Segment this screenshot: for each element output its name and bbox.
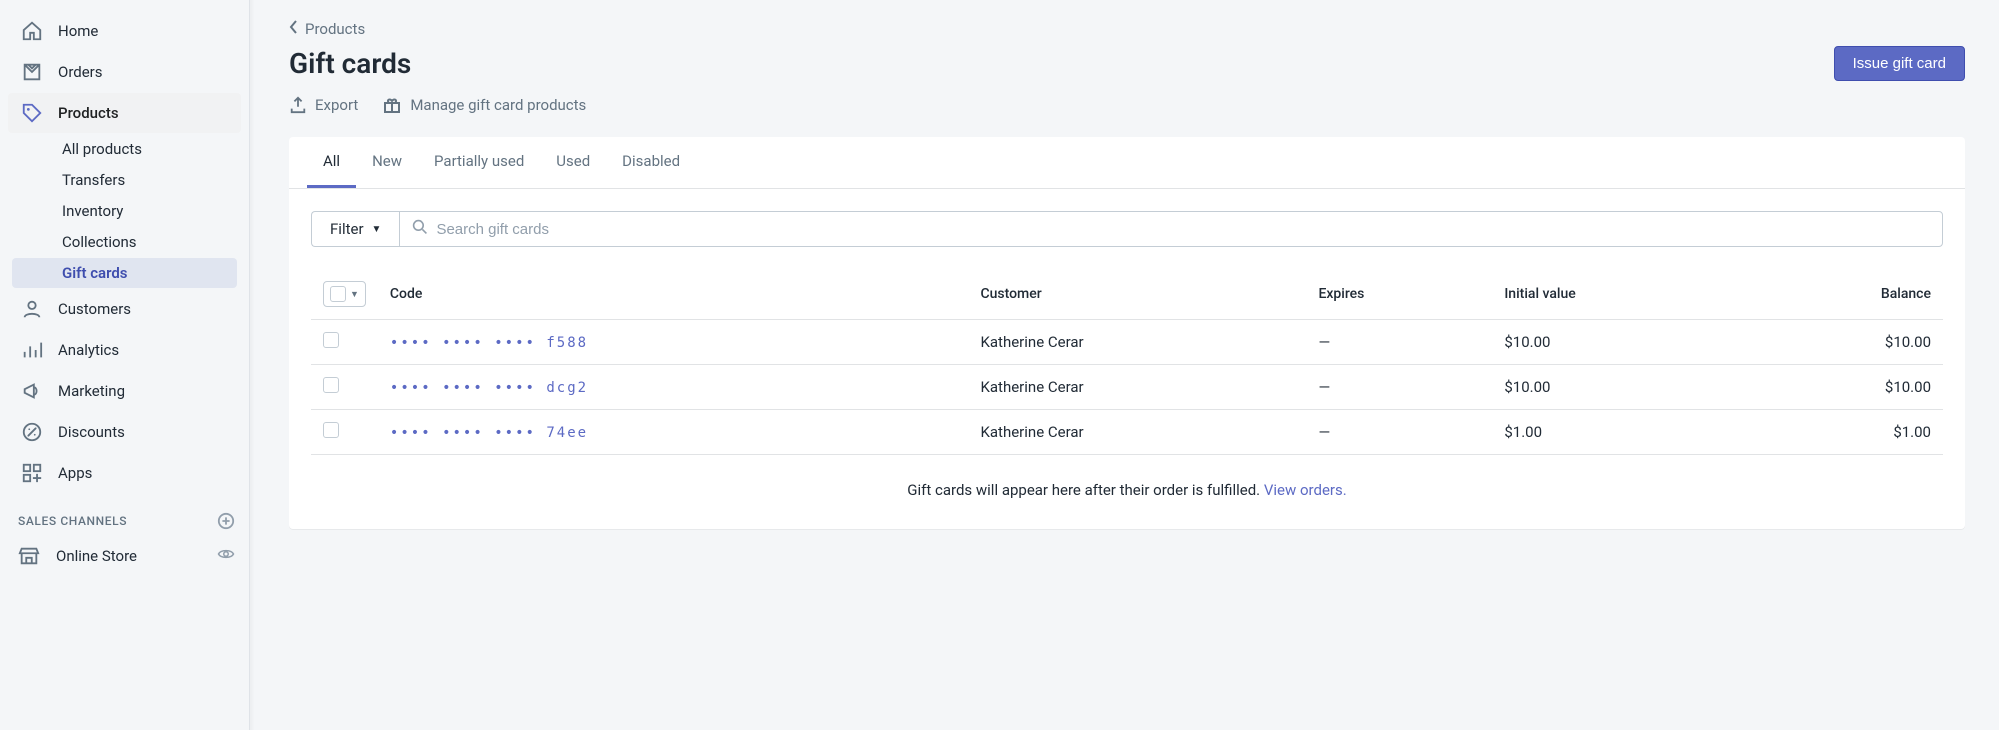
breadcrumb[interactable]: Products <box>289 20 365 38</box>
tab-new[interactable]: New <box>356 137 418 188</box>
sidebar-subitem-collections[interactable]: Collections <box>12 227 237 257</box>
sidebar-item-discounts[interactable]: Discounts <box>8 412 241 452</box>
sidebar-item-label: Customers <box>58 300 131 318</box>
row-checkbox[interactable] <box>323 332 339 348</box>
breadcrumb-label: Products <box>305 20 365 38</box>
sidebar-item-label: Marketing <box>58 382 125 400</box>
expires-cell: — <box>1306 365 1492 410</box>
row-checkbox[interactable] <box>323 377 339 393</box>
sidebar-subitem-transfers[interactable]: Transfers <box>12 165 237 195</box>
balance-cell: $10.00 <box>1746 365 1943 410</box>
customer-cell: Katherine Cerar <box>968 365 1306 410</box>
tab-disabled[interactable]: Disabled <box>606 137 696 188</box>
sidebar-item-analytics[interactable]: Analytics <box>8 330 241 370</box>
eye-icon[interactable] <box>217 545 235 567</box>
add-channel-icon[interactable] <box>217 512 235 530</box>
store-icon <box>18 544 42 568</box>
initial-cell: $10.00 <box>1492 320 1746 365</box>
export-label: Export <box>315 96 358 114</box>
table-row[interactable]: •••• •••• •••• 74eeKatherine Cerar—$1.00… <box>311 410 1943 455</box>
tab-partially-used[interactable]: Partially used <box>418 137 540 188</box>
search-icon <box>412 219 428 239</box>
customer-cell: Katherine Cerar <box>968 320 1306 365</box>
gift-icon <box>382 95 402 115</box>
home-icon <box>20 19 44 43</box>
expires-cell: — <box>1306 410 1492 455</box>
initial-cell: $1.00 <box>1492 410 1746 455</box>
export-icon <box>289 96 307 114</box>
analytics-icon <box>20 338 44 362</box>
tab-all[interactable]: All <box>307 137 356 188</box>
sales-channels-header: SALES CHANNELS <box>18 514 127 528</box>
balance-cell: $10.00 <box>1746 320 1943 365</box>
col-initial: Initial value <box>1492 269 1746 320</box>
select-all-checkbox[interactable]: ▼ <box>323 281 366 307</box>
sidebar-item-marketing[interactable]: Marketing <box>8 371 241 411</box>
sidebar-item-products[interactable]: Products <box>8 93 241 133</box>
sidebar-item-apps[interactable]: Apps <box>8 453 241 493</box>
page-title: Gift cards <box>289 47 411 80</box>
tab-used[interactable]: Used <box>540 137 606 188</box>
products-icon <box>20 101 44 125</box>
sidebar-item-label: Orders <box>58 63 103 81</box>
manage-products-button[interactable]: Manage gift card products <box>382 95 586 115</box>
sidebar-item-label: Apps <box>58 464 92 482</box>
sidebar-item-label: Discounts <box>58 423 125 441</box>
initial-cell: $10.00 <box>1492 365 1746 410</box>
apps-icon <box>20 461 44 485</box>
customer-cell: Katherine Cerar <box>968 410 1306 455</box>
issue-gift-card-button[interactable]: Issue gift card <box>1834 46 1965 81</box>
discounts-icon <box>20 420 44 444</box>
footer-text: Gift cards will appear here after their … <box>907 481 1264 499</box>
sidebar-item-orders[interactable]: Orders <box>8 52 241 92</box>
col-balance: Balance <box>1746 269 1943 320</box>
chevron-left-icon <box>289 20 299 38</box>
sidebar-item-label: Home <box>58 22 98 40</box>
customers-icon <box>20 297 44 321</box>
expires-cell: — <box>1306 320 1492 365</box>
search-input[interactable] <box>436 213 1930 246</box>
channel-label: Online Store <box>56 547 137 565</box>
filter-button[interactable]: Filter ▼ <box>311 211 399 247</box>
caret-down-icon: ▼ <box>372 224 382 235</box>
gift-card-code-link[interactable]: •••• •••• •••• 74ee <box>390 425 588 441</box>
export-button[interactable]: Export <box>289 95 358 115</box>
col-code: Code <box>378 269 969 320</box>
sidebar-subitem-gift-cards[interactable]: Gift cards <box>12 258 237 288</box>
manage-label: Manage gift card products <box>410 96 586 114</box>
sidebar-item-label: Analytics <box>58 341 119 359</box>
row-checkbox[interactable] <box>323 422 339 438</box>
sidebar-subitem-inventory[interactable]: Inventory <box>12 196 237 226</box>
gift-card-code-link[interactable]: •••• •••• •••• dcg2 <box>390 380 588 396</box>
gift-card-code-link[interactable]: •••• •••• •••• f588 <box>390 335 588 351</box>
col-customer: Customer <box>968 269 1306 320</box>
table-row[interactable]: •••• •••• •••• dcg2Katherine Cerar—$10.0… <box>311 365 1943 410</box>
channel-item-online-store[interactable]: Online Store <box>0 536 249 576</box>
orders-icon <box>20 60 44 84</box>
sidebar-item-home[interactable]: Home <box>8 11 241 51</box>
sidebar-subitem-all-products[interactable]: All products <box>12 134 237 164</box>
view-orders-link[interactable]: View orders. <box>1264 481 1347 499</box>
balance-cell: $1.00 <box>1746 410 1943 455</box>
marketing-icon <box>20 379 44 403</box>
caret-down-icon: ▼ <box>350 289 359 300</box>
sidebar-item-label: Products <box>58 104 119 122</box>
table-row[interactable]: •••• •••• •••• f588Katherine Cerar—$10.0… <box>311 320 1943 365</box>
col-expires: Expires <box>1306 269 1492 320</box>
filter-label: Filter <box>330 220 364 238</box>
sidebar-item-customers[interactable]: Customers <box>8 289 241 329</box>
